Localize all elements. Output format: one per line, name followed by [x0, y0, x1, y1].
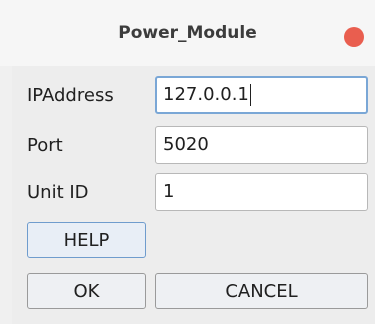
unit-id-field[interactable]: 1: [155, 173, 368, 211]
unit-id-label: Unit ID: [27, 182, 89, 203]
window-frame-edge: [0, 66, 12, 324]
dialog-window: Power_Module IPAddress 127.0.0.1 Port 50…: [0, 0, 375, 324]
cancel-button[interactable]: CANCEL: [155, 273, 368, 309]
text-caret: [249, 84, 251, 106]
port-field[interactable]: 5020: [155, 126, 368, 164]
ip-address-field[interactable]: 127.0.0.1: [155, 76, 368, 114]
title-bar[interactable]: Power_Module: [0, 0, 375, 67]
help-button[interactable]: HELP: [27, 222, 146, 258]
unit-id-value: 1: [163, 181, 175, 202]
ok-button[interactable]: OK: [27, 273, 146, 309]
port-value: 5020: [163, 134, 209, 155]
window-title: Power_Module: [118, 23, 257, 43]
ip-address-value: 127.0.0.1: [163, 84, 249, 105]
close-icon[interactable]: [344, 27, 364, 47]
port-label: Port: [27, 135, 63, 156]
ip-address-label: IPAddress: [27, 85, 114, 106]
